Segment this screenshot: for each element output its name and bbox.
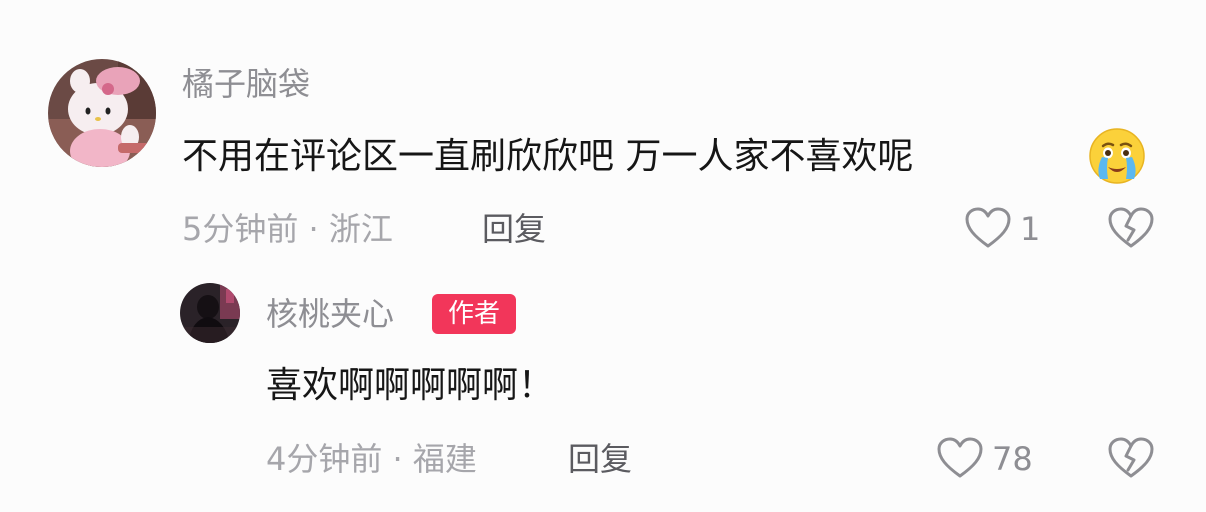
dislike-broken-heart-icon[interactable] (1107, 206, 1155, 250)
commenter-username[interactable]: 橘子脑袋 (182, 68, 310, 100)
replier-username[interactable]: 核桃夹心 (266, 298, 394, 330)
like-count: 1 (1020, 210, 1041, 248)
reply-button[interactable]: 回复 (482, 213, 546, 245)
reply-meta: 4分钟前 · 福建 (266, 440, 477, 478)
like-heart-icon[interactable] (964, 206, 1012, 250)
like-heart-icon[interactable] (936, 436, 984, 480)
commenter-avatar[interactable] (48, 59, 156, 167)
reply-text: 喜欢啊啊啊啊啊！ (266, 365, 555, 406)
dislike-broken-heart-icon[interactable] (1107, 436, 1155, 480)
reply-button[interactable]: 回复 (568, 443, 632, 475)
comment-meta: 5分钟前 · 浙江 (182, 210, 393, 248)
author-badge: 作者 (432, 294, 516, 334)
like-count: 78 (992, 440, 1033, 478)
replier-avatar[interactable] (180, 283, 240, 343)
comment-text: 不用在评论区一直刷欣欣吧 万一人家不喜欢呢 (182, 136, 914, 177)
crying-face-emoji-icon (1088, 127, 1146, 185)
